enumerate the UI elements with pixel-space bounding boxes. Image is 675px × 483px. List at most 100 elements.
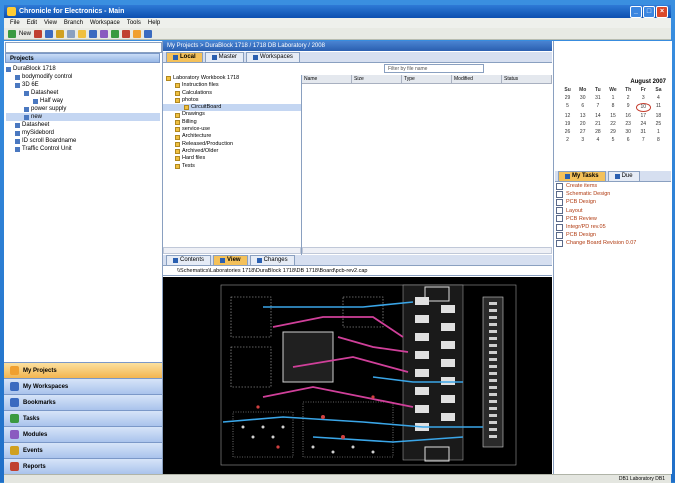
column-header[interactable]: Type	[402, 75, 452, 83]
nav-button-my-projects[interactable]: My Projects	[4, 362, 162, 378]
nav-button-bookmarks[interactable]: Bookmarks	[4, 394, 162, 410]
project-search-input[interactable]	[5, 42, 162, 53]
file-tree-item[interactable]: photos	[163, 97, 301, 104]
search-icon[interactable]	[133, 29, 142, 38]
calendar-day[interactable]: 8	[651, 137, 666, 144]
task-item[interactable]: Layout	[556, 207, 670, 215]
nav-button-my-workspaces[interactable]: My Workspaces	[4, 378, 162, 394]
new-button-label[interactable]: New	[19, 31, 31, 37]
column-header[interactable]: Modified	[452, 75, 502, 83]
checkin-icon[interactable]	[111, 29, 120, 38]
calendar-day[interactable]: 3	[636, 95, 651, 102]
task-checkbox[interactable]	[556, 190, 563, 198]
file-tree-item[interactable]: Instruction files	[163, 82, 301, 89]
calendar-day[interactable]: 25	[651, 121, 666, 128]
project-tree-item[interactable]: 3D 6E	[6, 81, 160, 89]
refresh-icon[interactable]	[89, 29, 98, 38]
branch-icon[interactable]	[100, 29, 109, 38]
project-tree-item[interactable]: DuraBlock 1718	[6, 65, 160, 73]
tab-local[interactable]: Local	[166, 52, 203, 62]
calendar-day[interactable]: 23	[621, 121, 636, 128]
pcb-viewer[interactable]	[163, 277, 552, 474]
calendar-day[interactable]: 17	[636, 113, 651, 120]
calendar-day[interactable]: 31	[636, 129, 651, 136]
calendar-day[interactable]: 7	[590, 103, 605, 110]
file-tree-item[interactable]: Billing	[163, 119, 301, 126]
calendar-day[interactable]: 18	[651, 113, 666, 120]
task-checkbox[interactable]	[556, 215, 563, 223]
open-icon[interactable]	[45, 29, 54, 38]
file-tree-item[interactable]: CircuitBoard	[163, 104, 301, 112]
calendar-day[interactable]: 10	[635, 103, 651, 112]
nav-button-reports[interactable]: Reports	[4, 458, 162, 474]
task-checkbox[interactable]	[556, 182, 563, 190]
project-tree-item[interactable]: ID scroll Boardname	[6, 137, 160, 145]
tab-due[interactable]: Due	[607, 171, 640, 181]
file-tree-item[interactable]: service-use	[163, 126, 301, 133]
calendar-day[interactable]: 1	[651, 129, 666, 136]
task-checkbox[interactable]	[556, 239, 563, 247]
calendar-day[interactable]: 2	[560, 137, 575, 144]
column-header[interactable]: Name	[302, 75, 352, 83]
task-checkbox[interactable]	[556, 198, 563, 206]
file-tree-hscrollbar[interactable]	[163, 247, 301, 254]
folder-icon[interactable]	[56, 29, 65, 38]
nav-button-modules[interactable]: Modules	[4, 426, 162, 442]
calendar-day[interactable]: 19	[560, 121, 575, 128]
paste-icon[interactable]	[78, 29, 87, 38]
tab-my-tasks[interactable]: My Tasks	[558, 171, 606, 181]
calendar-day[interactable]: 21	[590, 121, 605, 128]
calendar-day[interactable]: 13	[575, 113, 590, 120]
task-checkbox[interactable]	[556, 231, 563, 239]
delete-icon[interactable]	[34, 29, 43, 38]
task-checkbox[interactable]	[556, 207, 563, 215]
file-tree-item[interactable]: Drawings	[163, 111, 301, 118]
calendar-day[interactable]: 14	[590, 113, 605, 120]
tab-view[interactable]: View	[213, 255, 248, 265]
menu-item-edit[interactable]: Edit	[27, 18, 37, 28]
file-tree-item[interactable]: Laboratory Workbook 1718	[163, 75, 301, 82]
project-tree-item[interactable]: power supply	[6, 105, 160, 113]
project-tree-item[interactable]: Traffic Control Unit	[6, 145, 160, 153]
calendar-day[interactable]: 16	[621, 113, 636, 120]
menu-item-help[interactable]: Help	[148, 18, 160, 28]
project-tree-item[interactable]: Half way	[6, 97, 160, 105]
calendar-day[interactable]: 5	[605, 137, 620, 144]
nav-button-events[interactable]: Events	[4, 442, 162, 458]
project-tree-item[interactable]: Datasheet	[6, 89, 160, 97]
calendar-day[interactable]: 8	[605, 103, 620, 110]
checkout-icon[interactable]	[122, 29, 131, 38]
task-item[interactable]: Integr/PD rev.05	[556, 223, 670, 231]
task-checkbox[interactable]	[556, 223, 563, 231]
menu-item-tools[interactable]: Tools	[127, 18, 141, 28]
calendar-day[interactable]: 6	[621, 137, 636, 144]
menu-item-branch[interactable]: Branch	[64, 18, 83, 28]
help-icon[interactable]	[144, 29, 153, 38]
copy-icon[interactable]	[67, 29, 76, 38]
calendar-day[interactable]: 3	[575, 137, 590, 144]
task-item[interactable]: Create items	[556, 182, 670, 190]
calendar-day[interactable]: 24	[636, 121, 651, 128]
file-tree-item[interactable]: Calculations	[163, 90, 301, 97]
nav-button-tasks[interactable]: Tasks	[4, 410, 162, 426]
file-tree-item[interactable]: Released/Production	[163, 141, 301, 148]
calendar-day[interactable]: 11	[651, 103, 666, 110]
tab-workspaces[interactable]: Workspaces	[246, 52, 300, 62]
maximize-button[interactable]: □	[643, 6, 655, 18]
task-item[interactable]: PCB Design	[556, 198, 670, 206]
calendar-day[interactable]: 27	[575, 129, 590, 136]
menu-item-file[interactable]: File	[10, 18, 20, 28]
file-tree-item[interactable]: Architecture	[163, 133, 301, 140]
calendar-day[interactable]: 29	[605, 129, 620, 136]
file-tree-item[interactable]: Archived/Older	[163, 148, 301, 155]
tab-contents[interactable]: Contents	[166, 255, 212, 265]
menu-item-view[interactable]: View	[44, 18, 57, 28]
tab-changes[interactable]: Changes	[249, 255, 295, 265]
menu-item-workspace[interactable]: Workspace	[90, 18, 120, 28]
tab-master[interactable]: Master	[204, 52, 245, 62]
task-item[interactable]: PCB Design	[556, 231, 670, 239]
task-item[interactable]: PCB Review	[556, 215, 670, 223]
calendar-day[interactable]: 6	[575, 103, 590, 110]
calendar-day[interactable]: 28	[590, 129, 605, 136]
column-header[interactable]: Status	[502, 75, 552, 83]
